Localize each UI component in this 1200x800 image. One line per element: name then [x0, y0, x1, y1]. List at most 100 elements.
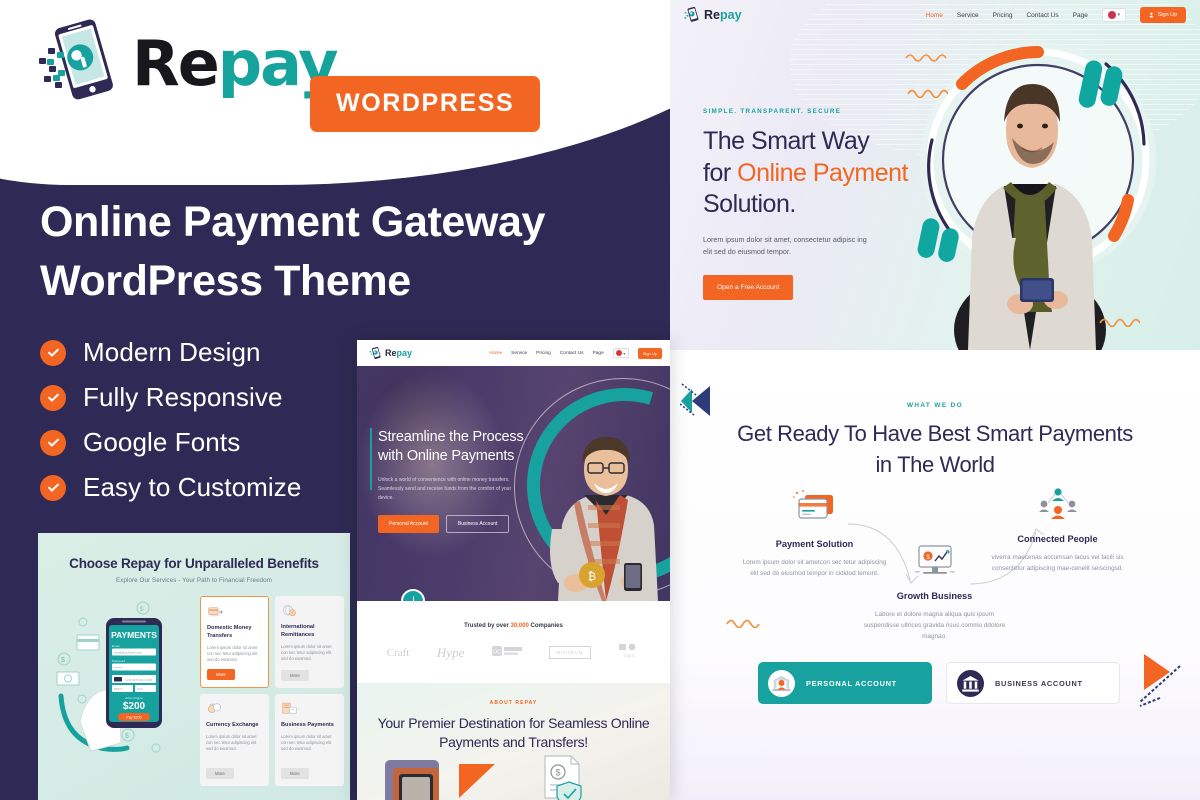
mockup-hero-heading: Streamline the Process with Online Payme…	[378, 429, 524, 465]
business-account-button[interactable]: Business Account	[445, 514, 510, 533]
mockup-nav-link-home[interactable]: Home	[489, 351, 502, 356]
mockup-nav-link-service[interactable]: Service	[511, 351, 527, 356]
benefits-title: Choose Repay for Unparalleled Benefits	[69, 556, 319, 571]
benefit-card-more-button[interactable]: More	[281, 768, 309, 779]
svg-text:OC: OC	[493, 650, 501, 656]
benefits-mockup: Choose Repay for Unparalleled Benefits E…	[38, 533, 350, 800]
benefit-card-more-button[interactable]: More	[207, 669, 235, 680]
client-logo-logoi: logoi	[618, 643, 640, 662]
benefit-card-title: Domestic Money Transfers	[207, 625, 252, 639]
personal-account-button[interactable]: Personal Account	[378, 514, 439, 533]
navbar-logo[interactable]: Repay	[684, 6, 742, 24]
personal-account-label: PERSONAL ACCOUNT	[806, 678, 897, 688]
connected-people-icon	[985, 483, 1130, 525]
mockup-wordmark-suffix: pay	[396, 348, 413, 358]
feature-label: Easy to Customize	[83, 472, 302, 502]
section-heading: Get Ready To Have Best Smart Payments in…	[737, 421, 1133, 478]
trusted-by-section: Trusted by over 30,000 Companies Craft H…	[357, 601, 670, 683]
feature-label: Google Fonts	[83, 427, 241, 457]
mockup-signup-button[interactable]: Sign Up	[637, 347, 662, 359]
svg-text:logoi: logoi	[624, 653, 634, 658]
svg-text:$: $	[125, 733, 129, 740]
phone-payment-logo-icon	[36, 18, 122, 110]
benefit-card-text: Lorem ipsum dolor sit amet con sec tetur…	[206, 733, 257, 752]
globe-coin-icon: $	[281, 605, 298, 623]
mockup-language-selector[interactable]: ▾	[612, 348, 629, 358]
svg-text:Pay $200: Pay $200	[126, 716, 141, 720]
svg-text:Email: Email	[112, 644, 120, 648]
benefit-card[interactable]: Business Payments Lorem ipsum dolor sit …	[275, 694, 344, 786]
business-account-label: BUSINESS ACCOUNT	[995, 678, 1083, 688]
mockup-nav-link-pricing[interactable]: Pricing	[536, 351, 551, 356]
mockup-hero-copy: Streamline the Process with Online Payme…	[378, 428, 530, 533]
business-account-button[interactable]: BUSINESS ACCOUNT	[946, 662, 1120, 704]
step-title: Connected People	[1017, 534, 1098, 544]
svg-text:$200: $200	[123, 701, 146, 712]
open-free-account-button[interactable]: Open a Free Account	[703, 274, 794, 300]
step-text: viverra maecenas accumsan lacus vel faci…	[991, 554, 1124, 573]
platform-badge: WORDPRESS	[310, 76, 541, 132]
about-heading: Your Premier Destination for Seamless On…	[377, 715, 650, 750]
phone-payment-logo-icon	[369, 346, 381, 359]
svg-text:••••••••: ••••••••	[114, 666, 122, 670]
section-kicker: WHAT WE DO	[906, 402, 964, 409]
bank-transfer-icon	[207, 607, 224, 624]
hero-illustration	[870, 0, 1200, 350]
feature-label: Fully Responsive	[83, 382, 283, 412]
svg-text:CVC: CVC	[137, 687, 143, 691]
mockup-navbar-links: Home Service Pricing Contact Us Page ▾ S…	[489, 347, 662, 359]
mockup-hero-person: ₿	[540, 405, 664, 601]
about-illustration: $	[357, 748, 670, 800]
navbar-wordmark-prefix: Re	[704, 8, 720, 22]
benefit-card[interactable]: $ International Remittances Lorem ipsum …	[275, 596, 344, 688]
promo-banner: Repay WORDPRESS Online Payment Gateway W…	[0, 0, 1200, 800]
mockup-navbar: Repay Home Service Pricing Contact Us Pa…	[357, 340, 670, 366]
navbar-wordmark-suffix: pay	[719, 8, 742, 22]
svg-text:$: $	[292, 611, 294, 615]
mockup-wordmark: Repay	[385, 348, 412, 358]
benefit-card-text: Lorem ipsum dolor sit amet con sec tetur…	[281, 733, 332, 752]
mockup-navbar-logo[interactable]: Repay	[369, 346, 412, 361]
hero-preview-panel: Repay Home Service Pricing Contact Us Pa…	[670, 0, 1200, 350]
client-logo-oc: OC	[491, 645, 522, 660]
mockup-nav-link-contact-us[interactable]: Contact Us	[560, 351, 584, 356]
mockup-nav-link-page[interactable]: Page	[593, 351, 604, 356]
benefit-card-more-button[interactable]: More	[206, 768, 234, 779]
about-kicker: ABOUT REPAY	[489, 700, 538, 706]
svg-text:$: $	[61, 657, 65, 664]
business-payment-icon	[281, 702, 298, 721]
hero-copy: SIMPLE. TRANSPARENT. SECURE The Smart Wa…	[703, 108, 918, 300]
svg-text:₿: ₿	[588, 571, 596, 583]
hero-paragraph: Lorem ipsum dolor sit amet, consectetur …	[703, 234, 867, 257]
about-section: ABOUT REPAY Your Premier Destination for…	[357, 683, 670, 800]
check-icon	[40, 474, 66, 501]
benefit-card[interactable]: Domestic Money Transfers Lorem ipsum dol…	[200, 596, 269, 688]
phone-payment-logo-icon	[684, 6, 699, 22]
client-logo-hype: Hype	[436, 644, 465, 660]
hero-kicker: SIMPLE. TRANSPARENT. SECURE	[703, 108, 842, 115]
brand-logo: Repay	[36, 18, 339, 110]
steps-flow: Payment Solution Lorem ipsum dolor sit a…	[670, 488, 1200, 668]
hero-heading-line3: Solution.	[703, 190, 796, 218]
step-text: Labore et dolore magna aliqua quis ipsum…	[863, 611, 1006, 641]
check-icon	[40, 429, 66, 456]
benefit-card-more-button[interactable]: More	[281, 670, 309, 681]
navbar-wordmark: Repay	[704, 8, 742, 22]
step-connected-people: Connected People viverra maecenas accums…	[985, 483, 1130, 574]
mockup-hero-buttons: Personal Account Business Account	[378, 514, 530, 533]
benefit-cards-grid: Domestic Money Transfers Lorem ipsum dol…	[200, 596, 344, 786]
hero-heading: The Smart Way for Online Payment Solutio…	[703, 126, 918, 221]
right-arrow-icon	[1136, 648, 1188, 713]
hero-heading-line2-plain: for	[703, 158, 738, 187]
benefit-card[interactable]: Currency Exchange Lorem ipsum dolor sit …	[200, 694, 269, 786]
svg-text:PAYMENTS: PAYMENTS	[111, 630, 157, 640]
page-title: Online Payment Gateway WordPress Theme	[40, 198, 545, 306]
client-logos: Craft Hype OC MINIMUM logoi	[357, 629, 670, 662]
mockup-wordmark-prefix: Re	[385, 348, 397, 358]
homepage-preview-mockup: Repay Home Service Pricing Contact Us Pa…	[357, 340, 670, 800]
svg-text:$: $	[555, 768, 560, 778]
step-title: Growth Business	[896, 591, 973, 601]
svg-text:email@example.com: email@example.com	[114, 651, 143, 655]
personal-account-button[interactable]: PERSONAL ACCOUNT	[758, 662, 932, 704]
personal-account-icon	[768, 669, 795, 697]
